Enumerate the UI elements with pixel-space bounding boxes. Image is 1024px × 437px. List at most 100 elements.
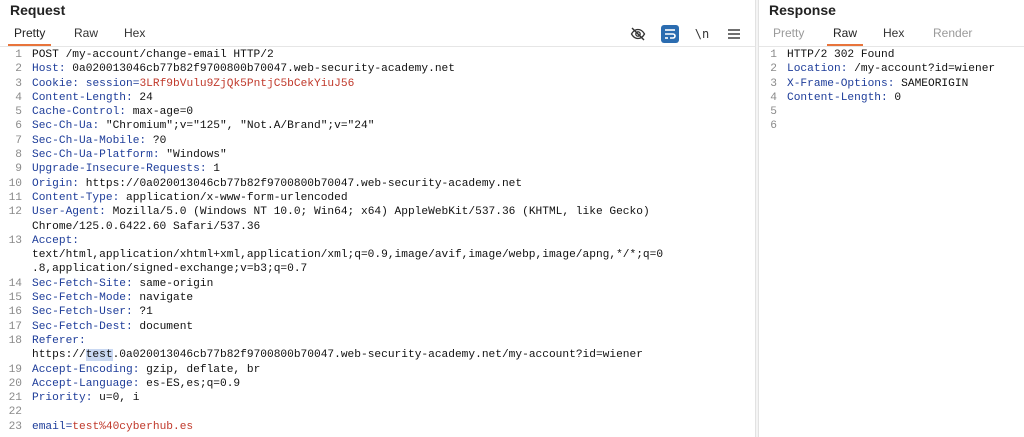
header-colon: : (58, 63, 66, 76)
line-content: email=test%40cyberhub.es (32, 420, 193, 434)
request-tabs-divider (0, 46, 755, 47)
line-number: 6 (770, 120, 777, 133)
header-value: max-age=0 (126, 106, 194, 119)
line-number: 1 (770, 49, 777, 61)
line-content: Priority: u=0, i (32, 391, 139, 405)
header-name: Sec-Fetch-Mode (32, 292, 126, 305)
hamburger-menu-icon[interactable] (725, 25, 743, 43)
header-colon: : (72, 77, 80, 90)
header-colon: : (126, 292, 133, 305)
header-value: application/x-www-form-urlencoded (119, 191, 348, 204)
line-number: 6 (15, 120, 22, 133)
body-param-value: test%40cyberhub.es (72, 420, 194, 433)
response-editor[interactable]: 1 HTTP/2 302 Found 2 Location: /my-account?… (759, 48, 1024, 437)
line-text: .8,application/signed-exchange;v=b3;q=0.… (32, 263, 308, 276)
header-value: 0a020013046cb77b82f9700800b70047.web-sec… (65, 63, 455, 76)
line-content: Sec-Ch-Ua-Platform: "Windows" (32, 148, 227, 162)
line-number: 14 (8, 277, 22, 290)
line-number: 23 (8, 420, 22, 433)
header-name: Origin (32, 177, 73, 190)
code-line: 3 X-Frame-Options: SAMEORIGIN (759, 77, 1024, 91)
line-number: 16 (8, 306, 22, 319)
header-name: Cookie (32, 77, 73, 90)
code-line: 11 Content-Type: application/x-www-form-u… (0, 191, 755, 205)
body-param-name: email (32, 420, 66, 433)
line-text: HTTP/2 302 Found (787, 49, 895, 61)
response-tab-hex[interactable]: Hex (883, 26, 904, 43)
code-line: 10 Origin: https://0a020013046cb77b82f970… (0, 177, 755, 191)
header-value: ?1 (132, 306, 153, 319)
header-name: Accept-Language (32, 377, 133, 390)
header-name: Sec-Ch-Ua-Platform (32, 149, 153, 162)
header-value: gzip, deflate, br (139, 363, 261, 376)
header-value: 0 (887, 91, 902, 104)
line-number: 3 (15, 77, 22, 90)
request-editor[interactable]: 1 POST /my-account/change-email HTTP/2 2 Ho… (0, 48, 755, 437)
line-content: HTTP/2 302 Found (787, 48, 894, 62)
header-name: Accept (32, 234, 73, 247)
line-number: 20 (8, 377, 22, 390)
line-content: Chrome/125.0.6422.60 Safari/537.36 (32, 220, 260, 234)
header-name: Content-Length (787, 91, 881, 104)
header-name: Location (787, 63, 841, 76)
code-line: 5 (759, 105, 1024, 119)
request-tab-raw[interactable]: Raw (74, 26, 98, 43)
line-content: Origin: https://0a020013046cb77b82f97008… (32, 177, 522, 191)
header-name: Cache-Control (32, 106, 120, 119)
header-name: Priority (32, 392, 86, 405)
request-panel: Request Pretty Raw Hex \n 1 POST /my-acco… (0, 0, 755, 437)
header-name: Sec-Fetch-Dest (32, 320, 126, 333)
wrap-lines-icon[interactable] (661, 25, 679, 43)
header-colon: : (152, 149, 160, 162)
line-content: Content-Length: 0 (787, 91, 901, 105)
line-number: 3 (770, 77, 777, 90)
newline-toggle-button[interactable]: \n (693, 25, 711, 43)
referer-suffix: .0a020013046cb77b82f9700800b70047.web-se… (112, 349, 643, 362)
code-line: 21 Priority: u=0, i (0, 391, 755, 405)
line-number: 18 (8, 334, 22, 347)
line-content: .8,application/signed-exchange;v=b3;q=0.… (32, 262, 307, 276)
response-title: Response (769, 2, 836, 18)
response-tab-raw[interactable]: Raw (826, 26, 864, 46)
line-content: Content-Type: application/x-www-form-url… (32, 191, 348, 205)
code-line: 15 Sec-Fetch-Mode: navigate (0, 291, 755, 305)
request-tab-hex[interactable]: Hex (124, 26, 145, 43)
line-content: Content-Length: 24 (32, 91, 153, 105)
header-name: Sec-Fetch-User (32, 306, 126, 319)
code-line: 1 POST /my-account/change-email HTTP/2 (0, 48, 755, 62)
header-value: same-origin (132, 277, 214, 290)
code-line: 4 Content-Length: 0 (759, 91, 1024, 105)
header-name: User-Agent (32, 206, 100, 219)
code-line: 3 Cookie: session=3LRf9bVulu9ZjQk5PntjC5b… (0, 77, 755, 91)
request-tab-pretty[interactable]: Pretty (7, 26, 52, 46)
header-value: "Windows" (159, 149, 227, 162)
line-content: Accept-Language: es-ES,es;q=0.9 (32, 377, 240, 391)
line-text: POST /my-account/change-email HTTP/2 (32, 49, 274, 61)
line-content: Referer: (32, 334, 86, 348)
response-tab-render[interactable]: Render (933, 26, 972, 43)
code-line: 18 Referer: (0, 334, 755, 348)
eye-slash-icon[interactable] (629, 25, 647, 43)
request-title: Request (10, 2, 66, 18)
code-line: 12 User-Agent: Mozilla/5.0 (Windows NT 10… (0, 205, 755, 219)
code-line: https://test.0a020013046cb77b82f9700800b… (0, 348, 755, 362)
line-number: 9 (15, 163, 22, 176)
header-name: Content-Type (32, 191, 113, 204)
code-line: 19 Accept-Encoding: gzip, deflate, br (0, 363, 755, 377)
header-value: navigate (132, 292, 194, 305)
header-name: Host (32, 63, 59, 76)
line-content: X-Frame-Options: SAMEORIGIN (787, 77, 968, 91)
header-colon: : (79, 334, 86, 347)
header-value: ?0 (146, 134, 167, 147)
code-line: text/html,application/xhtml+xml,applicat… (0, 248, 755, 262)
line-content: https://test.0a020013046cb77b82f9700800b… (32, 348, 643, 362)
line-number: 4 (770, 91, 777, 104)
response-tab-pretty[interactable]: Pretty (773, 26, 804, 43)
line-number: 10 (8, 177, 22, 190)
code-line: 23 email=test%40cyberhub.es (0, 420, 755, 434)
line-number: 15 (8, 292, 22, 305)
code-line: 4 Content-Length: 24 (0, 91, 755, 105)
line-content: Sec-Ch-Ua: "Chromium";v="125", "Not.A/Br… (32, 119, 374, 133)
line-number: 13 (8, 234, 22, 247)
line-content: Sec-Ch-Ua-Mobile: ?0 (32, 134, 166, 148)
